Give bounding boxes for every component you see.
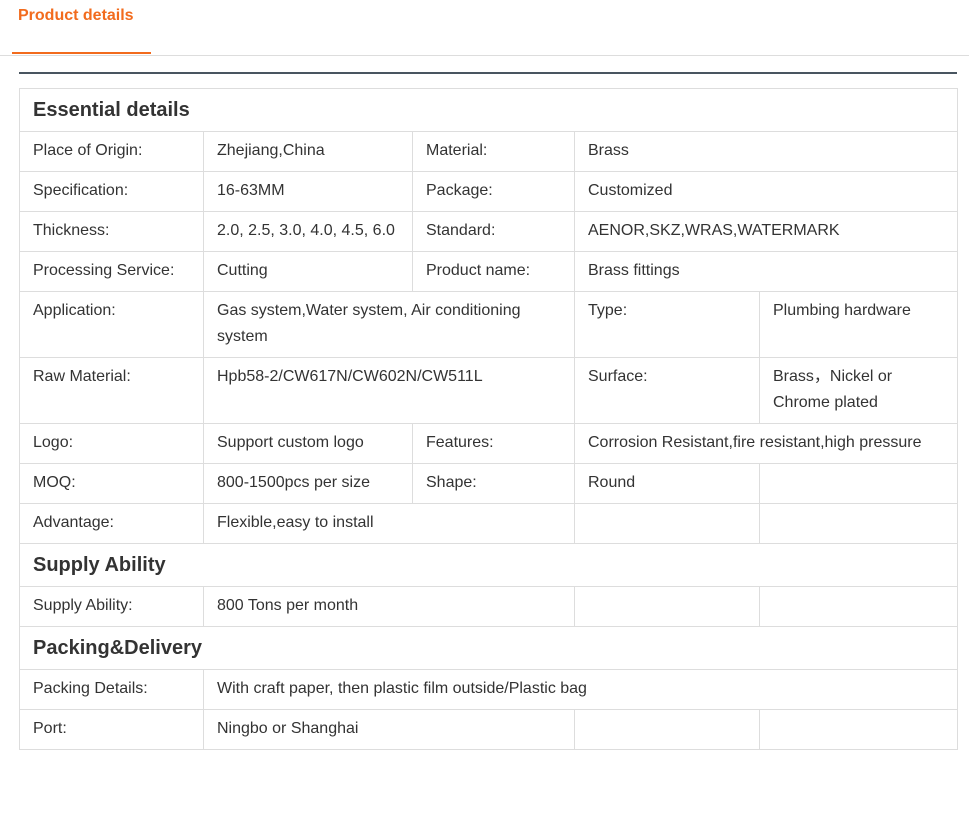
value-surface: Brass，Nickel or Chrome plated [759, 357, 958, 424]
label-supply-ability: Supply Ability: [19, 586, 204, 627]
value-product-name: Brass fittings [574, 251, 958, 292]
table-row: Specification: 16-63MM Package: Customiz… [19, 171, 958, 212]
empty-cell [759, 463, 958, 504]
section-rule [19, 72, 957, 74]
label-features: Features: [412, 423, 575, 464]
value-package: Customized [574, 171, 958, 212]
table-row: Thickness: 2.0, 2.5, 3.0, 4.0, 4.5, 6.0 … [19, 211, 958, 252]
value-processing-service: Cutting [203, 251, 413, 292]
label-package: Package: [412, 171, 575, 212]
product-details-table: Essential details Place of Origin: Zheji… [19, 88, 958, 750]
table-row: Advantage: Flexible,easy to install [19, 503, 958, 544]
table-row: Port: Ningbo or Shanghai [19, 709, 958, 750]
label-moq: MOQ: [19, 463, 204, 504]
label-type: Type: [574, 291, 760, 358]
label-specification: Specification: [19, 171, 204, 212]
tab-product-details[interactable]: Product details [12, 0, 151, 56]
label-advantage: Advantage: [19, 503, 204, 544]
active-tab-indicator [12, 52, 151, 54]
table-row: Application: Gas system,Water system, Ai… [19, 291, 958, 358]
label-port: Port: [19, 709, 204, 750]
value-logo: Support custom logo [203, 423, 413, 464]
tab-bar: Product details [0, 0, 969, 56]
table-row: MOQ: 800-1500pcs per size Shape: Round [19, 463, 958, 504]
value-material: Brass [574, 131, 958, 172]
empty-cell [574, 586, 760, 627]
value-supply-ability: 800 Tons per month [203, 586, 575, 627]
label-product-name: Product name: [412, 251, 575, 292]
section-heading-supply: Supply Ability [19, 543, 958, 587]
empty-cell [759, 709, 958, 750]
empty-cell [574, 503, 760, 544]
value-standard: AENOR,SKZ,WRAS,WATERMARK [574, 211, 958, 252]
empty-cell [759, 586, 958, 627]
tab-label: Product details [18, 7, 134, 24]
value-port: Ningbo or Shanghai [203, 709, 575, 750]
value-raw-material: Hpb58-2/CW617N/CW602N/CW511L [203, 357, 575, 424]
value-packing-details: With craft paper, then plastic film outs… [203, 669, 958, 710]
value-type: Plumbing hardware [759, 291, 958, 358]
label-logo: Logo: [19, 423, 204, 464]
label-surface: Surface: [574, 357, 760, 424]
value-thickness: 2.0, 2.5, 3.0, 4.0, 4.5, 6.0 [203, 211, 413, 252]
value-advantage: Flexible,easy to install [203, 503, 575, 544]
value-features: Corrosion Resistant,fire resistant,high … [574, 423, 958, 464]
section-heading-packing: Packing&Delivery [19, 626, 958, 670]
table-row: Place of Origin: Zhejiang,China Material… [19, 131, 958, 172]
value-specification: 16-63MM [203, 171, 413, 212]
label-processing-service: Processing Service: [19, 251, 204, 292]
label-application: Application: [19, 291, 204, 358]
empty-cell [574, 709, 760, 750]
empty-cell [759, 503, 958, 544]
table-row: Packing Details: With craft paper, then … [19, 669, 958, 710]
label-standard: Standard: [412, 211, 575, 252]
label-raw-material: Raw Material: [19, 357, 204, 424]
tab-divider [0, 55, 969, 56]
table-row: Logo: Support custom logo Features: Corr… [19, 423, 958, 464]
label-packing-details: Packing Details: [19, 669, 204, 710]
value-shape: Round [574, 463, 760, 504]
label-place-of-origin: Place of Origin: [19, 131, 204, 172]
table-row: Raw Material: Hpb58-2/CW617N/CW602N/CW51… [19, 357, 958, 424]
value-application: Gas system,Water system, Air conditionin… [203, 291, 575, 358]
table-row: Supply Ability: 800 Tons per month [19, 586, 958, 627]
label-thickness: Thickness: [19, 211, 204, 252]
value-moq: 800-1500pcs per size [203, 463, 413, 504]
label-shape: Shape: [412, 463, 575, 504]
label-material: Material: [412, 131, 575, 172]
section-heading-essential: Essential details [19, 88, 958, 132]
value-place-of-origin: Zhejiang,China [203, 131, 413, 172]
table-row: Processing Service: Cutting Product name… [19, 251, 958, 292]
